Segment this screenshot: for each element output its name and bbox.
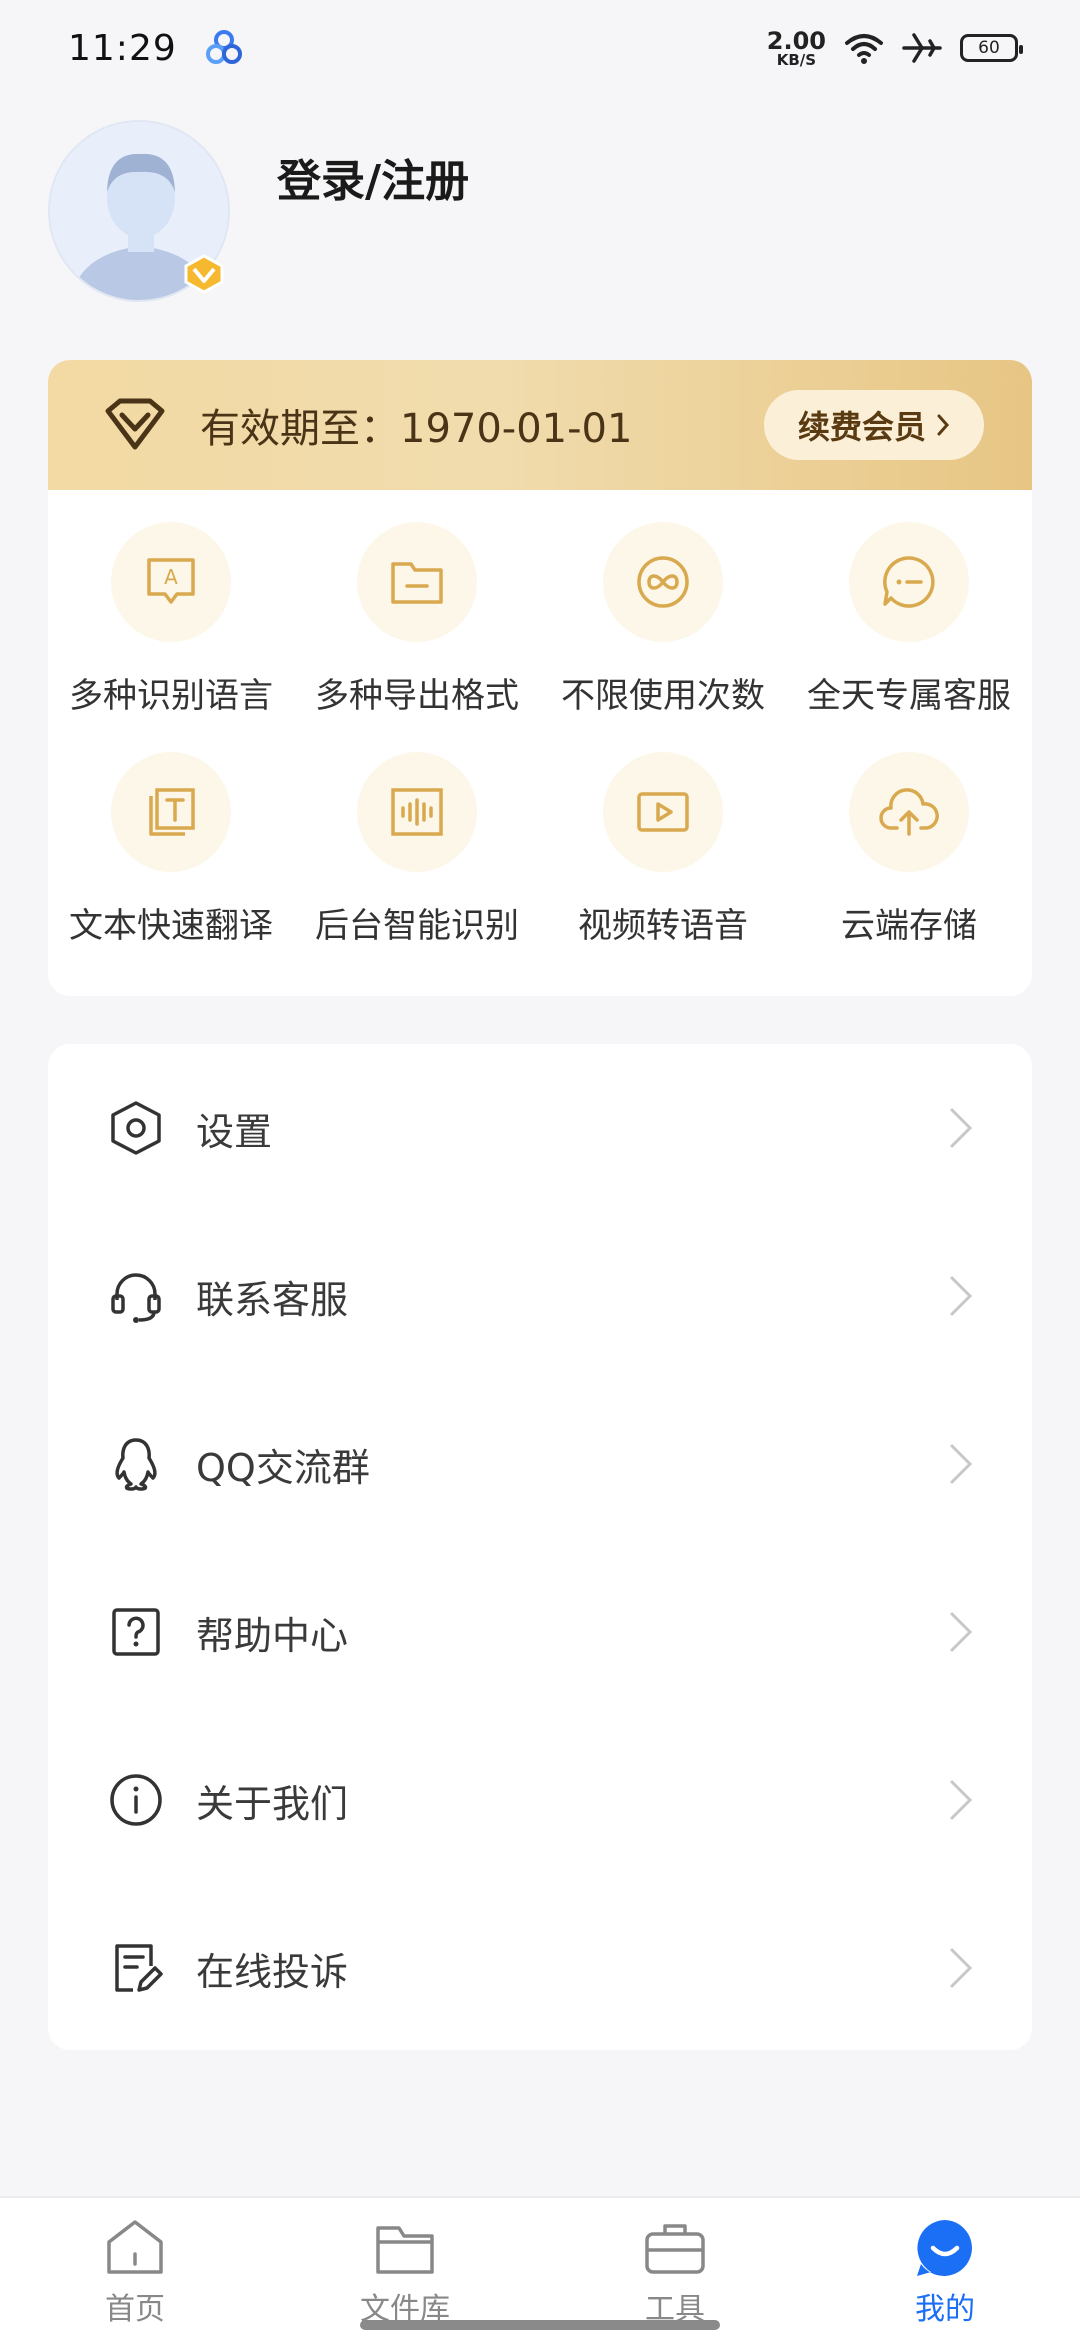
cloud-upload-icon (879, 788, 939, 836)
status-time: 11:29 (68, 27, 177, 69)
language-icon: A (147, 558, 195, 604)
feature-item[interactable]: A 多种识别语言 (48, 522, 294, 752)
feature-item[interactable]: 后台智能识别 (294, 752, 540, 982)
settings-icon (111, 1101, 161, 1155)
status-bar: 11:29 2.00 KB/S 60 (0, 0, 1080, 96)
feature-item[interactable]: 文本快速翻译 (48, 752, 294, 982)
menu-item-online-complaint[interactable]: 在线投诉 (48, 1884, 1032, 2052)
feature-item[interactable]: 不限使用次数 (540, 522, 786, 752)
nav-tab-mine[interactable]: 我的 (810, 2198, 1080, 2340)
renew-membership-button[interactable]: 续费会员 (763, 390, 984, 460)
feature-item[interactable]: 多种导出格式 (294, 522, 540, 752)
chat-icon (883, 556, 935, 608)
battery-indicator: 60 (960, 34, 1023, 62)
nav-tab-tools[interactable]: 工具 (540, 2198, 810, 2340)
chevron-right-icon (950, 1612, 973, 1652)
wifi-icon (845, 34, 883, 64)
feature-item[interactable]: 视频转语音 (540, 752, 786, 982)
home-icon (107, 2220, 163, 2274)
chevron-right-icon (950, 1108, 973, 1148)
help-icon (112, 1608, 160, 1656)
chevron-right-icon (950, 1948, 973, 1988)
menu-item-contact-support[interactable]: 联系客服 (48, 1212, 1032, 1380)
waveform-icon (391, 788, 443, 836)
chevron-right-icon (937, 414, 950, 436)
svg-text:A: A (164, 565, 178, 589)
login-register-link[interactable]: 登录/注册 (277, 145, 469, 209)
nav-tab-home[interactable]: 首页 (0, 2198, 270, 2340)
bottom-navigation: 首页 文件库 工具 我的 (0, 2196, 1080, 2340)
info-icon (110, 1774, 162, 1826)
menu-item-help-center[interactable]: 帮助中心 (48, 1548, 1032, 1716)
airplane-icon (902, 33, 942, 63)
membership-features: A 多种识别语言 多种导出格式 不限使用次数 全天专属客服 文本快速翻译 后台智… (48, 490, 1032, 982)
chevron-right-icon (950, 1444, 973, 1484)
diamond-icon (105, 398, 165, 450)
folder-icon (376, 2226, 434, 2274)
folder-icon (391, 562, 443, 604)
expire-date-text: 有效期至：1970-01-01 (200, 406, 633, 452)
app-notification-icon (205, 30, 242, 64)
vip-badge-icon (184, 254, 224, 294)
complaint-icon (115, 1944, 163, 1992)
membership-card: 有效期至：1970-01-01 续费会员 A 多种识别语言 多种导出格式 不限使… (48, 360, 1032, 996)
chevron-right-icon (950, 1276, 973, 1316)
feature-item[interactable]: 全天专属客服 (786, 522, 1032, 752)
qq-icon (115, 1438, 157, 1491)
profile-icon (917, 2220, 972, 2276)
menu-item-qq-group[interactable]: QQ交流群 (48, 1380, 1032, 1548)
avatar[interactable] (48, 120, 230, 302)
feature-item[interactable]: 云端存储 (786, 752, 1032, 982)
toolbox-icon (645, 2224, 705, 2274)
network-speed: 2.00 KB/S (766, 26, 826, 69)
menu-list: 设置 联系客服 QQ交流群 帮助中心 关于我们 在线投诉 (48, 1044, 1032, 2050)
infinity-icon (637, 556, 689, 608)
menu-item-about-us[interactable]: 关于我们 (48, 1716, 1032, 1884)
chevron-right-icon (950, 1780, 973, 1820)
text-translate-icon (149, 788, 195, 836)
headset-icon (111, 1273, 161, 1323)
home-indicator[interactable] (360, 2320, 720, 2330)
menu-item-settings[interactable]: 设置 (48, 1044, 1032, 1212)
nav-tab-file-library[interactable]: 文件库 (270, 2198, 540, 2340)
membership-header: 有效期至：1970-01-01 续费会员 (48, 360, 1032, 490)
video-icon (637, 792, 689, 832)
